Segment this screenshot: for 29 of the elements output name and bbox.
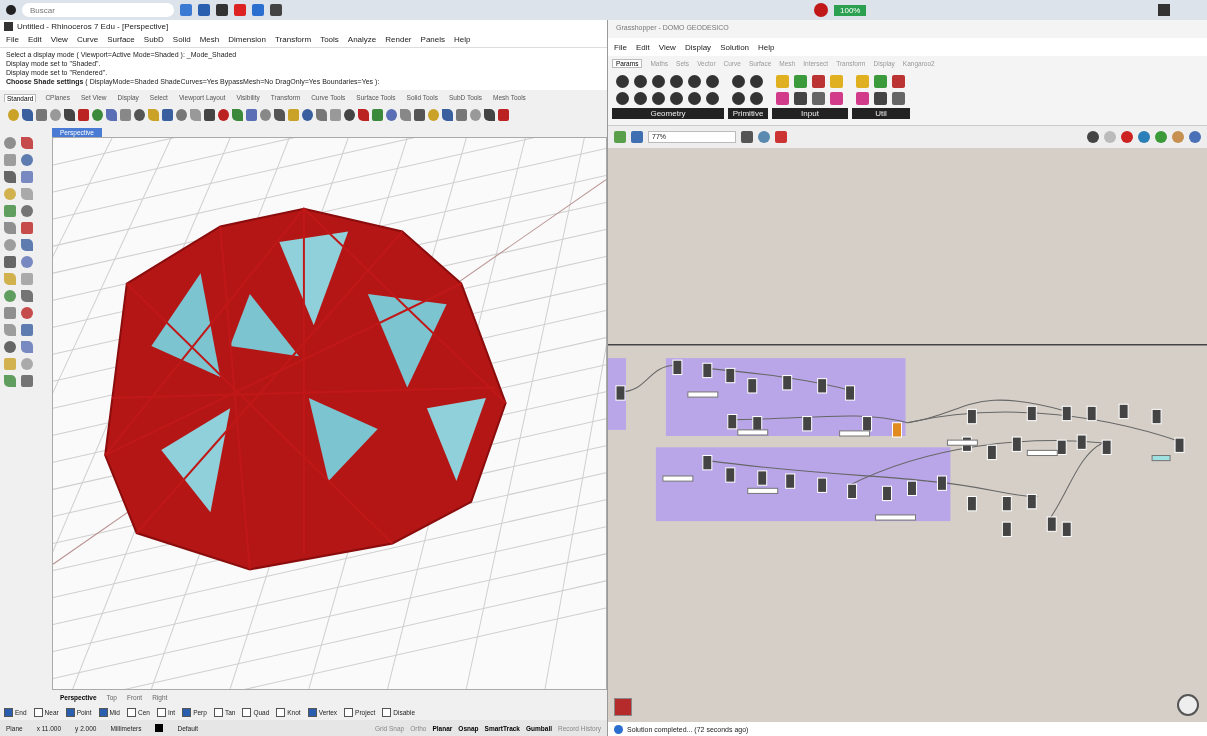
menu-item[interactable]: Analyze [347,35,377,44]
search-input[interactable]: Buscar [28,4,168,16]
menu-item[interactable]: SubD [143,35,164,44]
menu-item[interactable]: Edit [27,35,42,44]
panel-group-label[interactable]: Primitive [728,108,768,119]
menu-item[interactable]: Render [385,35,412,44]
menu-item[interactable]: File [614,42,627,52]
search-field[interactable]: Buscar [22,3,174,17]
menu-item[interactable]: Mesh [199,35,220,44]
menu-item[interactable]: Tools [320,35,339,44]
menu-item[interactable]: Surface [107,35,135,44]
menu-item[interactable]: View [50,35,68,44]
menu-item[interactable]: Curve [76,35,99,44]
menu-item[interactable]: Dimension [228,35,266,44]
menu-item[interactable]: Display [684,42,712,52]
menu-item[interactable]: View [658,42,676,52]
battery-badge: 100% [834,4,867,16]
menu-item[interactable]: Help [454,35,471,44]
panel-group-label[interactable]: Input [772,108,848,119]
menu-item[interactable]: File [6,35,19,44]
menu-item[interactable]: Solid [172,35,191,44]
menu-item[interactable]: Transform [275,35,312,44]
panel-group-label[interactable]: Util [852,108,910,119]
panel-group-label[interactable]: Geometry [612,108,724,119]
window-title: Untitled - Rhinoceros 7 Edu - [Perspective] [17,21,169,31]
menu-item[interactable]: Solution [720,42,750,52]
menu-item[interactable]: Panels [420,35,445,44]
menu-item[interactable]: Help [758,42,775,52]
menu-item[interactable]: Edit [635,42,650,52]
